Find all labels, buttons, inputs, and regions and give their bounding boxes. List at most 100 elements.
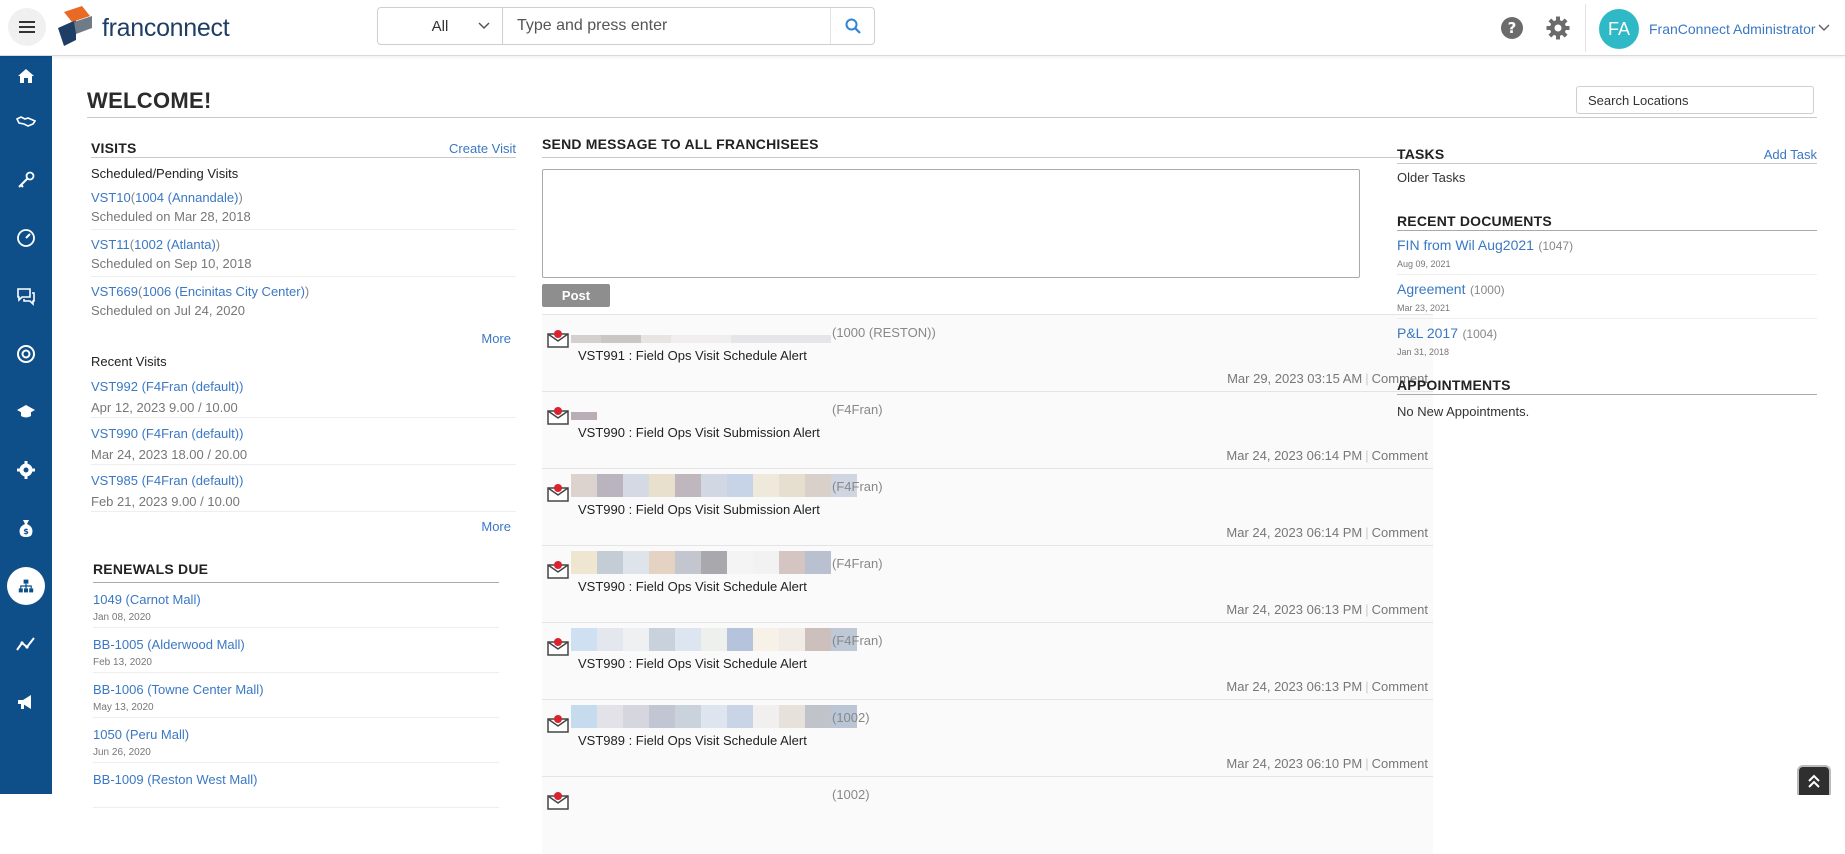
sidebar-item-admin[interactable] bbox=[0, 450, 52, 490]
feed-location: (F4Fran) bbox=[832, 402, 883, 417]
tasks-header: TASKS Add Task bbox=[1397, 142, 1817, 164]
renewal-link[interactable]: 1049 (Carnot Mall) bbox=[93, 592, 201, 607]
comment-link[interactable]: Comment bbox=[1372, 602, 1428, 617]
sidebar-item-partners[interactable] bbox=[0, 102, 52, 142]
renewal-link[interactable]: BB-1009 (Reston West Mall) bbox=[93, 772, 258, 787]
user-avatar[interactable]: FA bbox=[1599, 9, 1639, 49]
svg-text:?: ? bbox=[1508, 19, 1517, 37]
feed-title: VST990 : Field Ops Visit Submission Aler… bbox=[578, 425, 820, 440]
comment-link[interactable]: Comment bbox=[1372, 756, 1428, 771]
svg-text:$: $ bbox=[23, 527, 29, 536]
trend-line-icon bbox=[16, 637, 35, 651]
recent-visits-label: Recent Visits bbox=[91, 354, 167, 369]
sidebar-item-dashboard[interactable] bbox=[0, 218, 52, 258]
document-date: Jan 31, 2018 bbox=[1397, 347, 1450, 357]
renewal-date: Jan 08, 2020 bbox=[93, 612, 151, 623]
sidebar-item-keys[interactable] bbox=[0, 160, 52, 200]
feed-timestamp: Mar 24, 2023 06:13 PM bbox=[1226, 679, 1363, 694]
alert-mail-icon bbox=[547, 638, 569, 656]
feed-timestamp: Mar 24, 2023 06:10 PM bbox=[1226, 756, 1363, 771]
older-tasks-link[interactable]: Older Tasks bbox=[1397, 170, 1817, 185]
renewal-item: BB-1005 (Alderwood Mall) Feb 13, 2020 bbox=[93, 628, 499, 673]
comment-link[interactable]: Comment bbox=[1372, 448, 1428, 463]
help-icon[interactable]: ? bbox=[1500, 16, 1524, 40]
sidebar-item-field-ops[interactable] bbox=[0, 566, 52, 606]
search-locations-input[interactable]: Search Locations bbox=[1576, 86, 1814, 114]
graduation-cap-icon bbox=[17, 405, 35, 418]
recent-visit-item: VST985 (F4Fran (default)) Feb 21, 2023 9… bbox=[91, 465, 516, 512]
feed-title: VST989 : Field Ops Visit Schedule Alert bbox=[578, 733, 807, 748]
sidebar-item-finance[interactable]: $ bbox=[0, 508, 52, 548]
renewals-panel: RENEWALS DUE 1049 (Carnot Mall) Jan 08, … bbox=[93, 561, 499, 808]
post-button[interactable]: Post bbox=[542, 284, 610, 307]
renewal-date: Jun 26, 2020 bbox=[93, 747, 151, 758]
comment-link[interactable]: Comment bbox=[1372, 525, 1428, 540]
feed-meta: Mar 24, 2023 06:13 PM | Comment bbox=[1226, 679, 1428, 694]
recent-visit-score: Apr 12, 2023 9.00 / 10.00 bbox=[91, 400, 238, 415]
feed-timestamp: Mar 24, 2023 06:14 PM bbox=[1226, 525, 1363, 540]
dashboard-gauge-icon bbox=[17, 229, 35, 247]
visit-code[interactable]: VST10 bbox=[91, 190, 131, 205]
feed-item: (1002) bbox=[542, 777, 1433, 854]
sidebar-nav: $ bbox=[0, 56, 52, 794]
document-location: (1004) bbox=[1462, 327, 1498, 341]
create-visit-link[interactable]: Create Visit bbox=[449, 141, 516, 156]
handshake-icon bbox=[16, 116, 36, 127]
feed-location: (1002) bbox=[832, 710, 870, 725]
more-recent-link[interactable]: More bbox=[91, 512, 516, 538]
sidebar-item-analytics[interactable] bbox=[0, 624, 52, 664]
document-item: FIN from Wil Aug2021 (1047) Aug 09, 2021 bbox=[1397, 231, 1817, 275]
feed-location: (1000 (RESTON)) bbox=[832, 325, 936, 340]
search-button[interactable] bbox=[830, 8, 874, 44]
renewal-link[interactable]: 1050 (Peru Mall) bbox=[93, 727, 189, 742]
add-task-link[interactable]: Add Task bbox=[1764, 147, 1817, 162]
alert-mail-icon bbox=[547, 407, 569, 425]
recent-visit-link[interactable]: VST990 (F4Fran (default)) bbox=[91, 426, 243, 441]
alert-mail-icon bbox=[547, 792, 569, 810]
scheduled-visit-link[interactable]: VST11(1002 (Atlanta)) bbox=[91, 237, 516, 252]
sidebar-item-support[interactable] bbox=[0, 334, 52, 374]
sidebar-item-home[interactable] bbox=[0, 56, 52, 96]
support-lifebuoy-icon bbox=[17, 345, 35, 363]
money-bag-icon: $ bbox=[19, 520, 33, 537]
message-textarea[interactable] bbox=[542, 169, 1360, 278]
sidebar-item-training[interactable] bbox=[0, 392, 52, 432]
scroll-to-top-button[interactable] bbox=[1797, 765, 1831, 795]
sidebar-item-messages[interactable] bbox=[0, 276, 52, 316]
main-content: WELCOME! Search Locations VISITS Create … bbox=[52, 56, 1845, 854]
document-link[interactable]: Agreement bbox=[1397, 281, 1465, 297]
visit-location[interactable]: 1002 (Atlanta) bbox=[134, 237, 216, 252]
hamburger-menu-button[interactable] bbox=[8, 8, 46, 46]
comment-link[interactable]: Comment bbox=[1372, 679, 1428, 694]
scheduled-visit-link[interactable]: VST669(1006 (Encinitas City Center)) bbox=[91, 284, 516, 299]
franconnect-logo[interactable]: franconnect bbox=[54, 6, 230, 50]
blurred-avatar-strip bbox=[571, 412, 597, 420]
search-input[interactable] bbox=[503, 8, 830, 44]
user-name-link[interactable]: FranConnect Administrator bbox=[1649, 21, 1816, 37]
visit-location[interactable]: 1006 (Encinitas City Center) bbox=[142, 284, 305, 299]
visit-code[interactable]: VST11 bbox=[91, 237, 130, 252]
more-scheduled-link[interactable]: More bbox=[91, 324, 516, 350]
document-link[interactable]: P&L 2017 bbox=[1397, 325, 1458, 341]
visit-location[interactable]: 1004 (Annandale) bbox=[135, 190, 238, 205]
appointments-header: APPOINTMENTS bbox=[1397, 375, 1817, 395]
key-icon bbox=[18, 171, 35, 188]
renewal-link[interactable]: BB-1006 (Towne Center Mall) bbox=[93, 682, 264, 697]
sidebar-item-marketing[interactable] bbox=[0, 682, 52, 722]
settings-gear-icon[interactable] bbox=[1546, 16, 1570, 40]
visit-code[interactable]: VST669 bbox=[91, 284, 138, 299]
renewal-link[interactable]: BB-1005 (Alderwood Mall) bbox=[93, 637, 245, 652]
document-link[interactable]: FIN from Wil Aug2021 bbox=[1397, 237, 1534, 253]
scheduled-visit-link[interactable]: VST10(1004 (Annandale)) bbox=[91, 190, 516, 205]
scheduled-visit-item: VST669(1006 (Encinitas City Center)) Sch… bbox=[91, 277, 516, 324]
recent-visit-link[interactable]: VST992 (F4Fran (default)) bbox=[91, 379, 243, 394]
search-scope-select[interactable]: All bbox=[378, 8, 503, 44]
logo-text: franconnect bbox=[102, 13, 230, 42]
feed-item: (F4Fran) VST990 : Field Ops Visit Submis… bbox=[542, 392, 1433, 469]
recent-visit-score: Mar 24, 2023 18.00 / 20.00 bbox=[91, 447, 248, 462]
appointments-title: APPOINTMENTS bbox=[1397, 377, 1511, 393]
document-date: Aug 09, 2021 bbox=[1397, 259, 1451, 269]
feed-meta: Mar 24, 2023 06:10 PM | Comment bbox=[1226, 756, 1428, 771]
recent-visit-link[interactable]: VST985 (F4Fran (default)) bbox=[91, 473, 243, 488]
chevron-down-icon[interactable] bbox=[1818, 24, 1830, 32]
